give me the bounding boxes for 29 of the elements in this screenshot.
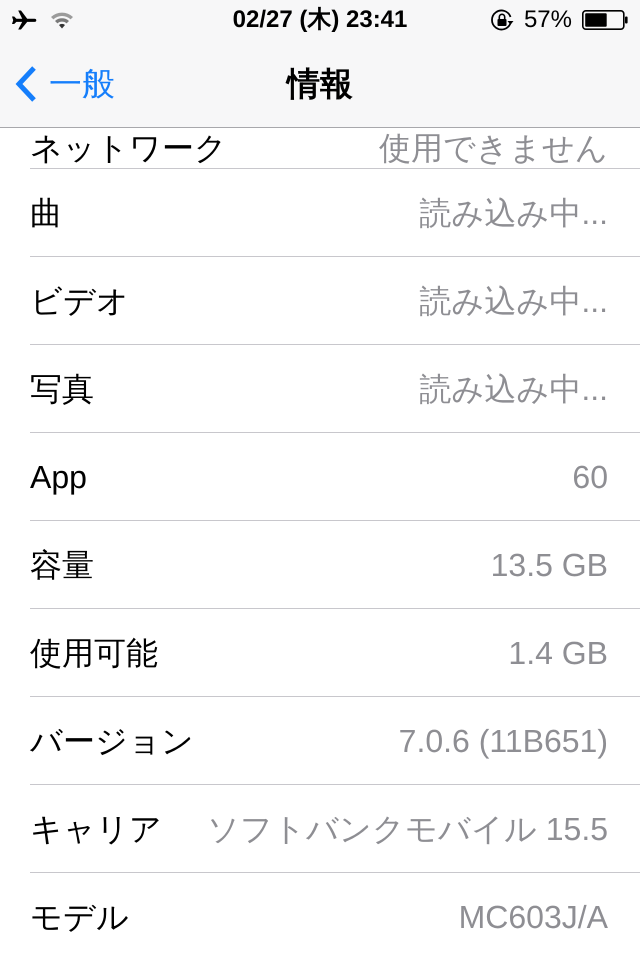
- row-value: 使用できません: [379, 132, 608, 164]
- row-value: 13.5 GB: [490, 548, 608, 580]
- row-label: キャリア: [30, 812, 162, 844]
- row-label: モデル: [30, 900, 129, 932]
- row-label: バージョン: [30, 724, 194, 756]
- page-title: 情報: [287, 67, 353, 100]
- row-value: 7.0.6 (11B651): [398, 724, 608, 756]
- row-value: 読み込み中...: [419, 196, 608, 228]
- row-label: 曲: [30, 196, 62, 228]
- back-button[interactable]: 一般: [0, 54, 123, 114]
- row-value: MC603J/A: [458, 900, 608, 932]
- row-value: 読み込み中...: [419, 284, 608, 316]
- row-label: ネットワーク: [30, 132, 227, 164]
- airplane-icon: [12, 10, 38, 30]
- row-label: 容量: [30, 548, 94, 580]
- row-label: 使用可能: [30, 636, 158, 668]
- battery-icon: [582, 10, 628, 30]
- row-value: 読み込み中...: [419, 372, 608, 404]
- wifi-icon: [50, 11, 74, 29]
- row-label: App: [30, 460, 87, 492]
- row-label: 写真: [30, 372, 94, 404]
- battery-percent: 57%: [524, 8, 572, 32]
- row-value: ソフトバンクモバイル 15.5: [206, 812, 608, 844]
- back-chevron-icon: [15, 66, 37, 102]
- row-value: 1.4 GB: [508, 636, 608, 668]
- status-time: 02/27 (木) 23:41: [232, 8, 408, 32]
- row-label: ビデオ: [30, 284, 129, 316]
- row-value: 60: [572, 460, 608, 492]
- rotation-lock-icon: [490, 8, 514, 32]
